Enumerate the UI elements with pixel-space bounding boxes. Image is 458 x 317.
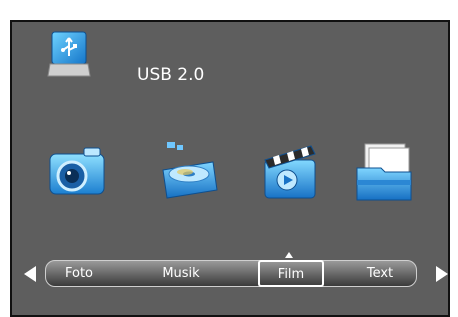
camera-icon[interactable] [44,140,110,206]
triangle-left-icon[interactable] [24,266,36,282]
music-disc-icon[interactable] [155,140,221,206]
menu-item-film[interactable]: Film [258,260,324,287]
folder-icon[interactable] [351,140,417,206]
menu-item-musik[interactable]: Musik [146,261,216,286]
triangle-right-icon[interactable] [436,266,448,282]
menu-item-foto[interactable]: Foto [54,261,104,286]
menu-item-text[interactable]: Text [346,261,414,286]
film-clapper-icon[interactable] [257,140,323,206]
selection-caret-icon [285,252,293,258]
menu-bar: Foto Musik Film Text [45,260,417,287]
source-label: USB 2.0 [137,65,205,85]
top-border [0,0,458,20]
usb-drive-icon[interactable] [46,30,92,80]
